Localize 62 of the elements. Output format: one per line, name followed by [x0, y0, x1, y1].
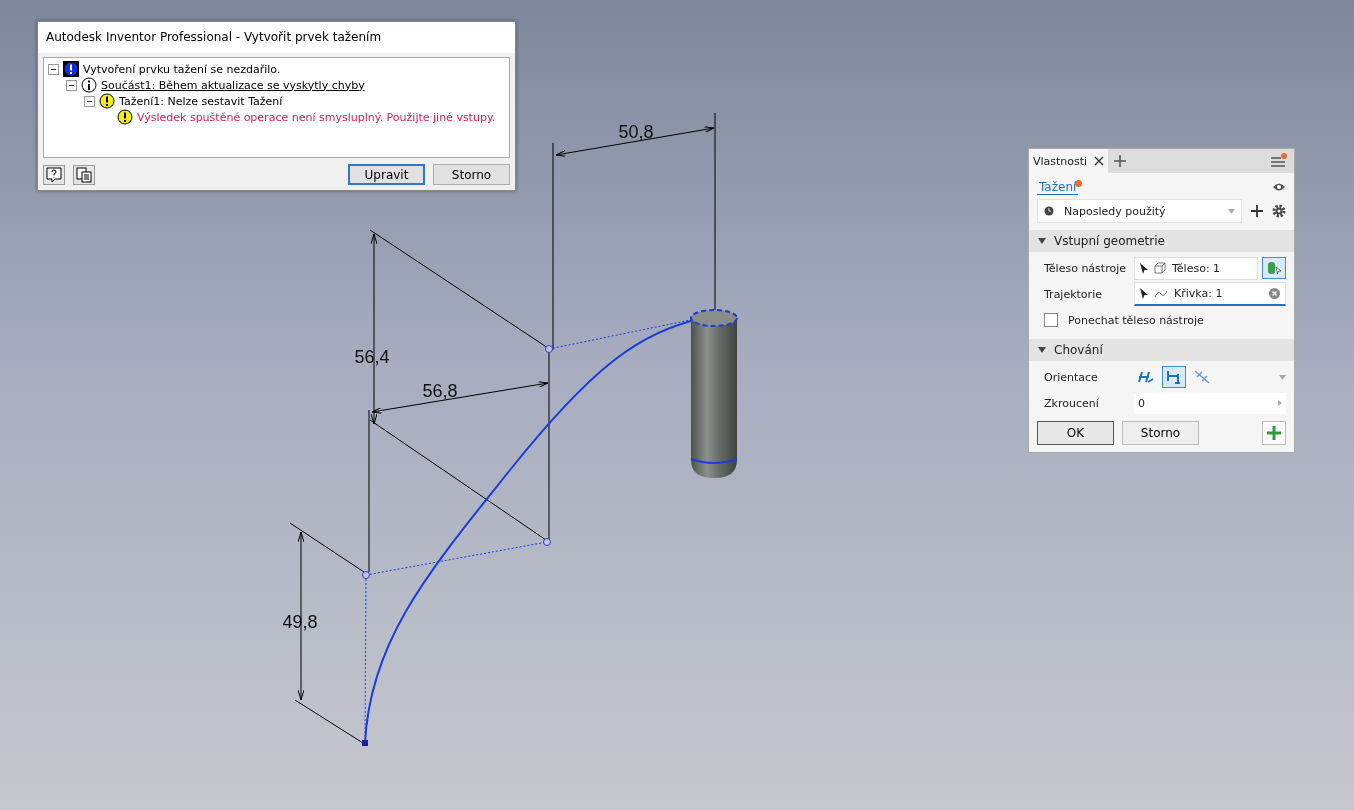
copy-icon — [76, 166, 92, 183]
message-text: Součást1: Během aktualizace se vyskytly chyby — [101, 78, 365, 92]
eye-icon[interactable] — [1272, 182, 1286, 192]
dimension-label: 56,8 — [422, 381, 458, 401]
section-header[interactable]: Vstupní geometrie — [1029, 230, 1294, 252]
copy-button[interactable] — [73, 164, 95, 185]
caret-icon — [1038, 347, 1046, 353]
collapse-icon[interactable] — [48, 63, 59, 75]
collapse-icon[interactable] — [66, 79, 77, 91]
info-icon — [81, 77, 97, 93]
field-label: Zkroucení — [1044, 396, 1100, 410]
message-text: Vytvoření prvku tažení se nezdařilo. — [83, 62, 281, 76]
orientation-option[interactable] — [1162, 366, 1186, 388]
warning-icon — [99, 93, 115, 109]
selection-field[interactable]: Těleso: 1 — [1134, 256, 1258, 280]
extension-line — [294, 699, 364, 744]
plus-icon[interactable] — [1251, 205, 1263, 217]
notification-dot — [1075, 179, 1083, 187]
help-button[interactable] — [43, 164, 65, 185]
clear-icon[interactable] — [1269, 288, 1280, 299]
orientation-icon — [1193, 369, 1211, 385]
orientation-icon — [1165, 369, 1183, 385]
checkbox-label: Ponechat těleso nástroje — [1068, 313, 1204, 327]
caret-icon — [1038, 238, 1046, 244]
help-icon — [46, 166, 62, 183]
plus-icon — [1267, 426, 1281, 440]
dialog-title: Autodesk Inventor Professional - Vytvořit prvek tažením — [38, 22, 515, 53]
menu-icon[interactable] — [1270, 153, 1288, 169]
dimension-label: 49,8 — [282, 612, 318, 632]
orientation-icon — [1137, 369, 1155, 385]
cursor-icon — [1140, 288, 1148, 299]
panel-button[interactable]: OK — [1037, 421, 1114, 445]
preset-dropdown[interactable]: Naposledy použitý — [1037, 199, 1242, 223]
cylinder-icon — [1266, 261, 1282, 275]
message-text: Tažení1: Nelze sestavit Tažení — [119, 94, 283, 108]
clock-icon — [1044, 206, 1054, 216]
caret-icon — [1278, 400, 1282, 406]
curve-icon — [1154, 288, 1168, 299]
selection-field[interactable]: Křivka: 1 — [1134, 282, 1286, 306]
field-label: Těleso nástroje — [1044, 261, 1127, 275]
checkbox[interactable] — [1044, 313, 1058, 327]
caret-icon — [1228, 208, 1235, 214]
error-icon — [63, 61, 79, 77]
dialog-button[interactable]: Storno — [433, 164, 510, 185]
warning-icon — [117, 109, 133, 125]
apply-button[interactable] — [1262, 421, 1286, 445]
cursor-icon — [1140, 262, 1148, 274]
dimension-label: 50,8 — [618, 122, 654, 142]
field-label: Orientace — [1044, 370, 1099, 384]
field-label: Trajektorie — [1044, 287, 1103, 301]
twist-field[interactable]: 0 — [1134, 392, 1286, 414]
panel-tab[interactable]: Vlastnosti — [1029, 149, 1109, 173]
collapse-icon[interactable] — [84, 95, 95, 107]
dimension-label: 56,4 — [354, 347, 390, 367]
settings-icon[interactable] — [1272, 204, 1286, 218]
body-picker-button[interactable] — [1262, 257, 1286, 279]
cube-icon — [1154, 262, 1166, 274]
message-text: Výsledek spuštěné operace není smysluplný. Použijte jiné vstupy. — [137, 110, 496, 124]
dialog-button[interactable]: Upravit — [348, 164, 425, 185]
close-icon[interactable] — [1094, 156, 1105, 166]
panel-button[interactable]: Storno — [1122, 421, 1199, 445]
section-header[interactable]: Chování — [1029, 339, 1294, 361]
